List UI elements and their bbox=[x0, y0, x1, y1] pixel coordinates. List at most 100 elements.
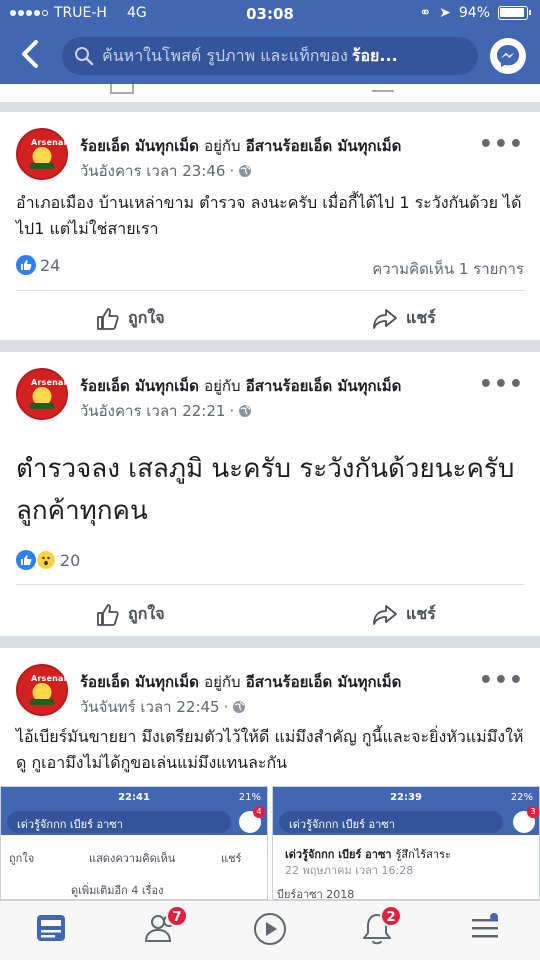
search-placeholder: ค้นหาในโพสต์ รูปภาพ และแท็กของ bbox=[102, 45, 348, 65]
photo-badge: 4 bbox=[253, 806, 265, 818]
arsenal-crest-icon: Arsenal bbox=[31, 378, 67, 387]
like-reaction-icon bbox=[16, 255, 36, 275]
like-label: ถูกใจ bbox=[128, 308, 165, 327]
share-label: แชร์ bbox=[406, 308, 436, 327]
photo-battery: 22% bbox=[510, 792, 533, 803]
more-options-button[interactable]: ••• bbox=[479, 134, 524, 156]
photo-badge: 3 bbox=[527, 806, 539, 818]
post-timestamp[interactable]: วันจันทร์ เวลา 22:45 bbox=[80, 695, 220, 719]
post-meta: วันอังคาร เวลา 22:21 · bbox=[80, 399, 252, 423]
more-options-button[interactable]: ••• bbox=[479, 670, 524, 692]
tab-news-feed[interactable] bbox=[34, 911, 74, 951]
post-photo[interactable]: 22:41 21% เด่วรู้จักกก เบียร์ อาซา 4 ถูก… bbox=[0, 786, 268, 900]
share-button[interactable]: แชร์ bbox=[372, 306, 436, 331]
author-name[interactable]: ร้อยเอ็ด มันทุกเม็ด bbox=[80, 377, 199, 395]
notifications-badge: 2 bbox=[380, 905, 402, 927]
like-button[interactable]: ถูกใจ bbox=[96, 306, 165, 331]
photo-see-more: ดูเพิ่มเติมอีก 4 เรื่อง bbox=[71, 884, 164, 897]
post-text: ตำรวจลง เสลภูมิ นะครับ ระวังกันด้วยนะครั… bbox=[16, 454, 515, 526]
photo-battery: 21% bbox=[238, 792, 261, 803]
with-label: อยู่กับ bbox=[204, 137, 241, 155]
post-text: ไอ้เบียร์มันขายยา มึงเตรียมตัวไว้ให้ดี แ… bbox=[16, 727, 524, 772]
like-label: ถูกใจ bbox=[128, 604, 165, 623]
globe-icon bbox=[233, 701, 246, 713]
divider bbox=[16, 290, 524, 291]
app-header: TRUE-H 4G 03:08 ⚭ ➤ 94% ค้นหาในโพสต์ รูป… bbox=[0, 0, 540, 84]
tab-watch[interactable] bbox=[252, 911, 292, 951]
avatar[interactable]: Arsenal bbox=[16, 128, 68, 180]
play-icon bbox=[254, 913, 286, 945]
tab-menu[interactable] bbox=[468, 911, 508, 951]
arsenal-crest-icon: Arsenal bbox=[31, 138, 67, 147]
battery-icon bbox=[498, 6, 531, 20]
avatar[interactable]: Arsenal bbox=[16, 664, 68, 716]
more-options-button[interactable]: ••• bbox=[479, 374, 524, 396]
photo-author: เด่วรู้จักกก เบียร์ อาซา bbox=[285, 848, 392, 861]
photo-search-bar: เด่วรู้จักกก เบียร์ อาซา bbox=[279, 811, 503, 833]
post-author-line: ร้อยเอ็ด มันทุกเม็ด อยู่กับ อีสานร้อยเอ็… bbox=[80, 134, 401, 158]
search-input[interactable]: ค้นหาในโพสต์ รูปภาพ และแท็กของ ร้อย... bbox=[62, 37, 478, 75]
menu-icon bbox=[472, 913, 498, 938]
messenger-icon bbox=[497, 45, 519, 67]
comment-count[interactable]: ความคิดเห็น 1 รายการ bbox=[372, 257, 524, 281]
post-photo[interactable]: 22:39 22% เด่วรู้จักกก เบียร์ อาซา 3 เด่… bbox=[272, 786, 540, 900]
photo-timestamp: 22 พฤษภาคม เวลา 16:28 bbox=[285, 864, 414, 877]
reactions-summary[interactable]: 24 bbox=[16, 255, 60, 275]
photo-clock: 22:39 bbox=[390, 792, 422, 803]
post-meta: วันจันทร์ เวลา 22:45 · bbox=[80, 695, 246, 719]
photo-like-label: ถูกใจ bbox=[9, 852, 35, 865]
orientation-lock-icon: ⚭ bbox=[419, 5, 432, 21]
messenger-button[interactable] bbox=[490, 38, 526, 74]
like-reaction-icon bbox=[16, 550, 36, 570]
post-text: อำเภอเมือง บ้านเหล่าขาม ตำรวจ ลงนะครับ เ… bbox=[16, 193, 522, 238]
post-card: Arsenal ร้อยเอ็ด มันทุกเม็ด อยู่กับ อีสา… bbox=[0, 112, 540, 340]
wow-reaction-icon bbox=[36, 550, 56, 570]
thumbs-up-icon bbox=[97, 307, 119, 330]
group-name[interactable]: อีสานร้อยเอ็ด มันทุกเม็ด bbox=[246, 673, 402, 691]
photo-comment-label: แสดงความคิดเห็น bbox=[89, 852, 176, 865]
with-label: อยู่กับ bbox=[204, 377, 241, 395]
share-icon bbox=[372, 84, 394, 92]
previous-post-edge bbox=[0, 84, 540, 102]
like-icon bbox=[110, 84, 134, 94]
share-arrow-icon bbox=[373, 604, 397, 625]
post-timestamp[interactable]: วันอังคาร เวลา 22:21 bbox=[80, 399, 225, 423]
photo-clock: 22:41 bbox=[118, 792, 150, 803]
bottom-tab-bar: 7 2 bbox=[0, 900, 540, 960]
search-icon bbox=[75, 47, 94, 66]
post-author-line: ร้อยเอ็ด มันทุกเม็ด อยู่กับ อีสานร้อยเอ็… bbox=[80, 374, 401, 398]
photo-share-label: แชร์ bbox=[221, 852, 242, 865]
location-icon: ➤ bbox=[439, 5, 451, 21]
group-name[interactable]: อีสานร้อยเอ็ด มันทุกเม็ด bbox=[246, 137, 402, 155]
divider bbox=[16, 584, 524, 585]
thumbs-up-icon bbox=[97, 603, 119, 626]
group-name[interactable]: อีสานร้อยเอ็ด มันทุกเม็ด bbox=[246, 377, 402, 395]
globe-icon bbox=[239, 165, 252, 177]
share-button[interactable]: แชร์ bbox=[372, 602, 436, 627]
share-label: แชร์ bbox=[406, 604, 436, 623]
tab-notifications[interactable]: 2 bbox=[360, 905, 402, 951]
post-meta: วันอังคาร เวลา 23:46 · bbox=[80, 159, 252, 183]
avatar[interactable]: Arsenal bbox=[16, 368, 68, 420]
battery-percent: 94% bbox=[458, 5, 490, 21]
friends-badge: 7 bbox=[166, 905, 188, 927]
chevron-left-icon bbox=[22, 40, 38, 68]
photo-snippet: บียร์อาซา 2018 bbox=[277, 888, 355, 900]
tab-friends[interactable]: 7 bbox=[144, 905, 188, 951]
author-name[interactable]: ร้อยเอ็ด มันทุกเม็ด bbox=[80, 673, 199, 691]
reaction-count: 20 bbox=[60, 550, 81, 570]
author-name[interactable]: ร้อยเอ็ด มันทุกเม็ด bbox=[80, 137, 199, 155]
with-label: อยู่กับ bbox=[204, 673, 241, 691]
photo-feeling: รู้สึกไร้สาระ bbox=[395, 848, 451, 861]
search-group-name: ร้อย... bbox=[351, 45, 398, 65]
status-bar: TRUE-H 4G 03:08 ⚭ ➤ 94% bbox=[0, 0, 540, 28]
post-timestamp[interactable]: วันอังคาร เวลา 23:46 bbox=[80, 159, 225, 183]
back-button[interactable] bbox=[16, 38, 46, 70]
reaction-count: 24 bbox=[40, 255, 61, 275]
like-button[interactable]: ถูกใจ bbox=[96, 602, 165, 627]
photo-search-bar: เด่วรู้จักกก เบียร์ อาซา bbox=[7, 811, 231, 833]
globe-icon bbox=[239, 405, 252, 417]
post-card: Arsenal ร้อยเอ็ด มันทุกเม็ด อยู่กับ อีสา… bbox=[0, 352, 540, 636]
reactions-summary[interactable]: 20 bbox=[16, 550, 80, 570]
arsenal-crest-icon: Arsenal bbox=[31, 674, 67, 683]
